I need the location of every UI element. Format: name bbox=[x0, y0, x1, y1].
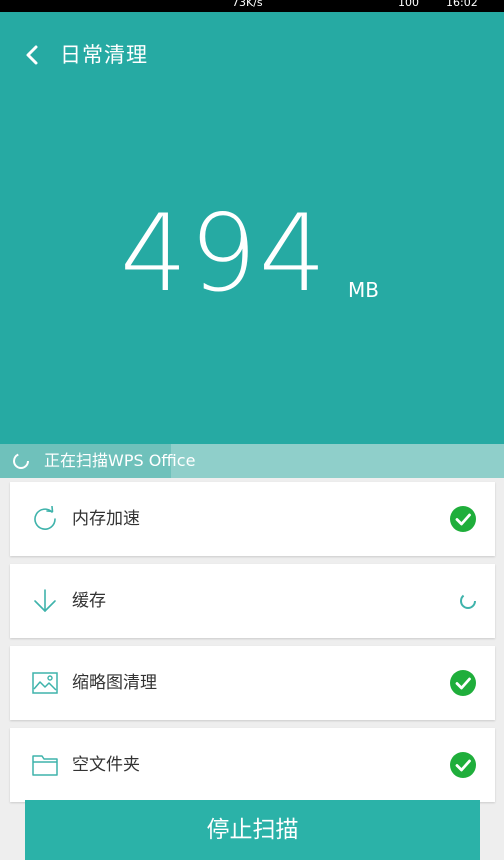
category-card-cache[interactable]: 缓存 bbox=[10, 564, 495, 638]
stop-scan-button[interactable]: 停止扫描 bbox=[25, 800, 480, 860]
download-arrow-icon bbox=[32, 588, 58, 614]
check-circle-icon bbox=[450, 506, 476, 532]
scanned-size-value: 494 bbox=[120, 192, 329, 315]
category-label: 内存加速 bbox=[72, 509, 140, 529]
scan-progress-bar: 正在扫描WPS Office bbox=[0, 444, 504, 478]
category-card-memory[interactable]: 内存加速 bbox=[10, 482, 495, 556]
status-bar: 73K/s 100 16:02 bbox=[0, 0, 504, 12]
category-card-empty-folders[interactable]: 空文件夹 bbox=[10, 728, 495, 802]
loading-spinner-icon bbox=[450, 588, 476, 614]
refresh-icon bbox=[32, 505, 58, 532]
chevron-left-icon[interactable] bbox=[22, 42, 44, 68]
battery-level: 100 bbox=[398, 0, 419, 9]
scanned-size-unit: MB bbox=[348, 278, 379, 302]
clock: 16:02 bbox=[446, 0, 478, 9]
category-card-thumbnails[interactable]: 缩略图清理 bbox=[10, 646, 495, 720]
network-speed: 73K/s bbox=[232, 0, 263, 9]
category-label: 缩略图清理 bbox=[72, 673, 157, 693]
category-label: 缓存 bbox=[72, 591, 106, 611]
category-label: 空文件夹 bbox=[72, 755, 140, 775]
image-icon bbox=[32, 670, 58, 696]
page-title: 日常清理 bbox=[60, 43, 148, 67]
scan-header: 日常清理 494 MB bbox=[0, 12, 504, 444]
folder-icon bbox=[32, 752, 58, 778]
check-circle-icon bbox=[450, 752, 476, 778]
check-circle-icon bbox=[450, 670, 476, 696]
spinner-icon bbox=[12, 452, 30, 470]
scan-status-text: 正在扫描WPS Office bbox=[44, 451, 196, 470]
